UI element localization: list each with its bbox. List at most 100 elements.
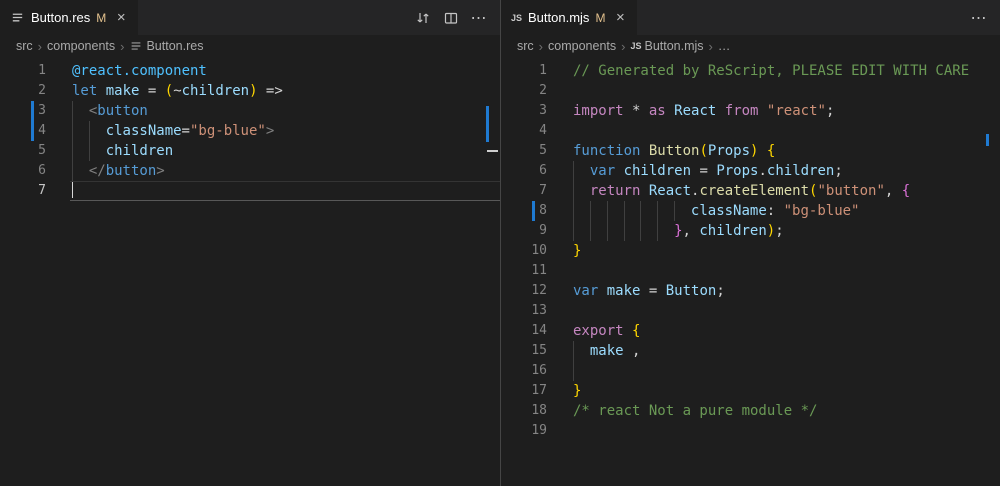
code-line-content[interactable]: export { <box>547 321 1000 341</box>
code-line-content[interactable]: }, children); <box>547 221 1000 241</box>
code-line-content[interactable]: @react.component <box>46 61 500 81</box>
code-line[interactable]: 2let make = (~children) => <box>0 81 500 101</box>
code-token: children <box>767 163 834 179</box>
line-number[interactable]: 5 <box>0 141 46 161</box>
code-line[interactable]: 5function Button(Props) { <box>501 141 1000 161</box>
line-number[interactable]: 6 <box>501 161 547 181</box>
gutter-modified-marker <box>532 201 535 221</box>
line-number[interactable]: 12 <box>501 281 547 301</box>
code-line[interactable]: 19 <box>501 421 1000 441</box>
breadcrumb-item-components[interactable]: components <box>548 39 616 53</box>
code-line-content[interactable]: let make = (~children) => <box>46 81 500 101</box>
code-line-content[interactable]: className="bg-blue"> <box>46 121 500 141</box>
line-number[interactable]: 4 <box>0 121 46 141</box>
line-number[interactable]: 9 <box>501 221 547 241</box>
code-line[interactable]: 4className="bg-blue"> <box>0 121 500 141</box>
line-number[interactable]: 2 <box>0 81 46 101</box>
code-line-content[interactable]: } <box>547 381 1000 401</box>
close-tab-icon[interactable]: × <box>611 9 629 26</box>
breadcrumb-item-file[interactable]: Button.mjs <box>644 39 703 53</box>
code-line-content[interactable]: // Generated by ReScript, PLEASE EDIT WI… <box>547 61 1000 81</box>
code-line-content[interactable]: var children = Props.children; <box>547 161 1000 181</box>
code-line-content[interactable]: import * as React from "react"; <box>547 101 1000 121</box>
code-line[interactable]: 3import * as React from "react"; <box>501 101 1000 121</box>
code-line[interactable]: 8className: "bg-blue" <box>501 201 1000 221</box>
tab-button-mjs[interactable]: JS Button.mjs M × <box>501 0 637 35</box>
line-number[interactable]: 1 <box>0 61 46 81</box>
code-line[interactable]: 17} <box>501 381 1000 401</box>
code-line[interactable]: 7 <box>0 181 500 201</box>
line-number[interactable]: 7 <box>0 181 46 201</box>
open-changes-icon[interactable] <box>412 7 434 29</box>
code-line[interactable]: 10} <box>501 241 1000 261</box>
code-line-content[interactable]: /* react Not a pure module */ <box>547 401 1000 421</box>
code-line-content[interactable] <box>547 261 1000 281</box>
line-number[interactable]: 1 <box>501 61 547 81</box>
code-line-content[interactable]: children <box>46 141 500 161</box>
line-number[interactable]: 15 <box>501 341 547 361</box>
line-number[interactable]: 10 <box>501 241 547 261</box>
line-number[interactable]: 16 <box>501 361 547 381</box>
line-number[interactable]: 11 <box>501 261 547 281</box>
code-line-content[interactable] <box>547 301 1000 321</box>
breadcrumb-item-components[interactable]: components <box>47 39 115 53</box>
code-line-content[interactable] <box>547 121 1000 141</box>
code-line-content[interactable] <box>46 181 500 201</box>
code-line[interactable]: 3<button <box>0 101 500 121</box>
code-line-content[interactable]: make , <box>547 341 1000 361</box>
code-line[interactable]: 4 <box>501 121 1000 141</box>
code-editor-right[interactable]: 1// Generated by ReScript, PLEASE EDIT W… <box>501 57 1000 486</box>
line-number[interactable]: 8 <box>501 201 547 221</box>
code-line[interactable]: 16 <box>501 361 1000 381</box>
vscode-editor-window: Button.res M × ⋯ <box>0 0 1000 486</box>
line-number[interactable]: 17 <box>501 381 547 401</box>
line-number[interactable]: 5 <box>501 141 547 161</box>
code-line-content[interactable] <box>547 361 1000 381</box>
code-line-content[interactable]: </button> <box>46 161 500 181</box>
code-line-content[interactable]: <button <box>46 101 500 121</box>
code-line[interactable]: 7return React.createElement("button", { <box>501 181 1000 201</box>
line-number[interactable]: 2 <box>501 81 547 101</box>
line-number[interactable]: 4 <box>501 121 547 141</box>
code-line[interactable]: 5children <box>0 141 500 161</box>
code-line[interactable]: 12var make = Button; <box>501 281 1000 301</box>
line-number[interactable]: 13 <box>501 301 547 321</box>
code-line-content[interactable] <box>547 81 1000 101</box>
line-number[interactable]: 6 <box>0 161 46 181</box>
breadcrumb-item-file[interactable]: Button.res <box>146 39 203 53</box>
line-number[interactable]: 3 <box>0 101 46 121</box>
split-editor-icon[interactable] <box>440 7 462 29</box>
code-line-content[interactable]: var make = Button; <box>547 281 1000 301</box>
breadcrumb-item-src[interactable]: src <box>16 39 33 53</box>
code-line[interactable]: 1// Generated by ReScript, PLEASE EDIT W… <box>501 61 1000 81</box>
code-line-content[interactable]: function Button(Props) { <box>547 141 1000 161</box>
code-line[interactable]: 14export { <box>501 321 1000 341</box>
code-line-content[interactable]: } <box>547 241 1000 261</box>
breadcrumb-item-more[interactable]: … <box>718 39 731 53</box>
line-number[interactable]: 19 <box>501 421 547 441</box>
code-token: { <box>902 183 910 199</box>
more-actions-icon[interactable]: ⋯ <box>968 7 990 29</box>
code-line[interactable]: 9}, children); <box>501 221 1000 241</box>
code-editor-left[interactable]: 1@react.component2let make = (~children)… <box>0 57 500 486</box>
line-number[interactable]: 18 <box>501 401 547 421</box>
code-line[interactable]: 2 <box>501 81 1000 101</box>
code-line[interactable]: 6</button> <box>0 161 500 181</box>
line-number[interactable]: 3 <box>501 101 547 121</box>
breadcrumb-item-src[interactable]: src <box>517 39 534 53</box>
more-actions-icon[interactable]: ⋯ <box>468 7 490 29</box>
code-line[interactable]: 1@react.component <box>0 61 500 81</box>
code-line[interactable]: 15make , <box>501 341 1000 361</box>
code-line[interactable]: 6var children = Props.children; <box>501 161 1000 181</box>
close-tab-icon[interactable]: × <box>112 9 130 26</box>
code-line-content[interactable]: return React.createElement("button", { <box>547 181 1000 201</box>
line-number[interactable]: 7 <box>501 181 547 201</box>
code-line[interactable]: 13 <box>501 301 1000 321</box>
code-line-content[interactable]: className: "bg-blue" <box>547 201 1000 221</box>
tab-button-res[interactable]: Button.res M × <box>0 0 138 35</box>
line-number[interactable]: 14 <box>501 321 547 341</box>
code-line[interactable]: 11 <box>501 261 1000 281</box>
code-line[interactable]: 18/* react Not a pure module */ <box>501 401 1000 421</box>
code-token: export <box>573 323 624 339</box>
code-line-content[interactable] <box>547 421 1000 441</box>
